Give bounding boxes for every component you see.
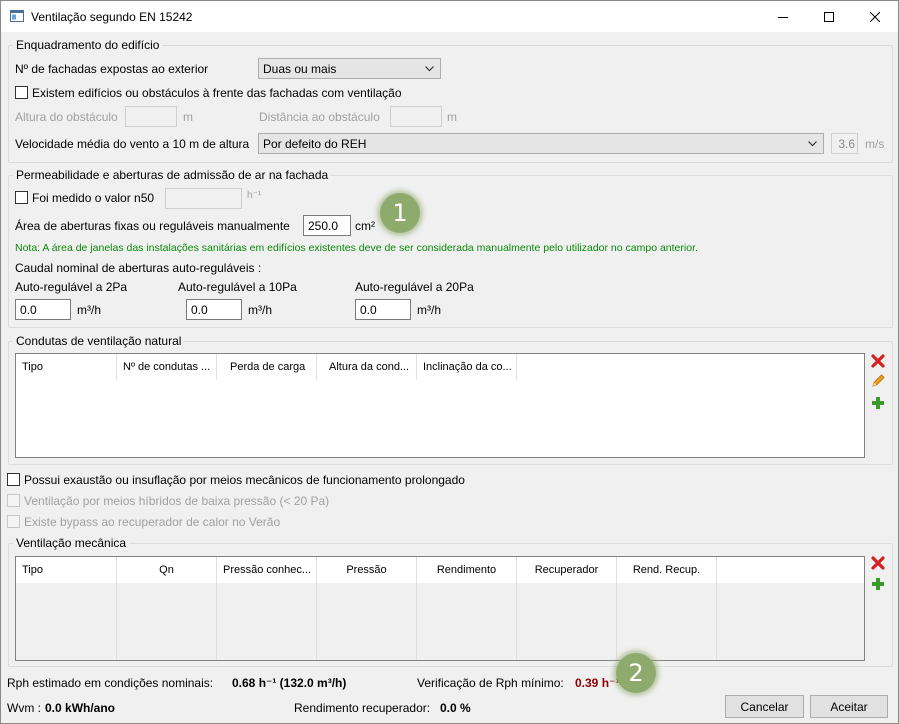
column-header-recuperator[interactable]: Recuperador (517, 557, 617, 583)
column-divider (416, 583, 417, 660)
hybrid-label: Ventilação por meios híbridos de baixa p… (24, 494, 330, 508)
n50-input[interactable] (165, 188, 242, 209)
mechanical-ventilation-table[interactable]: Tipo Qn Pressão conhec... Pressão Rendim… (15, 556, 865, 661)
column-divider (216, 583, 217, 660)
mechanical-group-title: Ventilação mecânica (13, 536, 130, 550)
chevron-down-icon (808, 141, 817, 147)
column-divider (316, 583, 317, 660)
mech-exhaust-checkbox[interactable] (7, 473, 20, 486)
title-bar: Ventilação segundo EN 15242 (1, 1, 898, 32)
hybrid-checkbox[interactable] (7, 494, 20, 507)
column-header-head-loss[interactable]: Perda de carga (217, 354, 317, 380)
n50-checkbox[interactable] (15, 191, 28, 204)
column-header-recup-efficiency[interactable]: Rend. Recup. (617, 557, 717, 583)
close-window-button[interactable] (852, 1, 898, 32)
column-divider (116, 583, 117, 660)
fixed-openings-area-label: Área de aberturas fixas ou reguláveis ma… (15, 219, 290, 233)
obstacles-checkbox[interactable] (15, 86, 28, 99)
minimize-icon (778, 16, 788, 18)
rph-min-check-value: 0.39 h⁻¹ (575, 676, 620, 690)
fixed-openings-area-unit: cm² (355, 219, 375, 233)
fixed-openings-area-input[interactable]: 250.0 (303, 215, 351, 236)
maximize-icon (824, 11, 834, 22)
wind-speed-value-input[interactable]: 3.6 (831, 133, 858, 154)
column-header-duct-height[interactable]: Altura da cond... (317, 354, 417, 380)
column-header-inclination[interactable]: Inclinação da co... (417, 354, 517, 380)
bypass-label: Existe bypass ao recuperador de calor no… (24, 515, 281, 529)
recuperator-efficiency-label: Rendimento recuperador: (294, 701, 431, 715)
wind-speed-select[interactable]: Por defeito do REH (258, 133, 824, 154)
rph-min-check-label: Verificação de Rph mínimo: (417, 676, 564, 690)
column-header-qn[interactable]: Qn (117, 557, 217, 583)
wind-speed-select-value: Por defeito do REH (263, 137, 367, 151)
n50-label: Foi medido o valor n50 (32, 191, 155, 205)
obstacle-height-label: Altura do obstáculo (15, 110, 118, 124)
sanitary-windows-note: Nota: A área de janelas das instalações … (15, 242, 698, 254)
wvm-label: Wvm : (7, 701, 41, 715)
chevron-down-icon (425, 66, 434, 72)
obstacles-label: Existem edifícios ou obstáculos à frente… (32, 86, 402, 100)
auto-20pa-input[interactable]: 0.0 (355, 299, 411, 320)
wind-speed-label: Velocidade média do vento a 10 m de altu… (15, 137, 250, 151)
column-header-tipo[interactable]: Tipo (16, 557, 117, 583)
auto-2pa-input[interactable]: 0.0 (15, 299, 71, 320)
auto-10pa-unit: m³/h (248, 303, 272, 317)
natural-ducts-group-title: Condutas de ventilação natural (13, 334, 185, 348)
minimize-button[interactable] (760, 1, 806, 32)
column-divider (716, 583, 717, 660)
delete-icon[interactable] (870, 555, 886, 571)
column-divider (616, 583, 617, 660)
maximize-button[interactable] (806, 1, 852, 32)
n50-unit: h⁻¹ (247, 190, 262, 201)
facades-select-value: Duas ou mais (263, 62, 337, 76)
auto-20pa-label: Auto-regulável a 20Pa (355, 280, 474, 294)
column-header-pressure[interactable]: Pressão (317, 557, 417, 583)
auto-20pa-unit: m³/h (417, 303, 441, 317)
edit-pencil-icon[interactable] (870, 373, 886, 389)
column-header-num-ducts[interactable]: Nº de condutas ... (117, 354, 217, 380)
facades-select[interactable]: Duas ou mais (258, 58, 441, 79)
bypass-checkbox[interactable] (7, 515, 20, 528)
permeability-group-title: Permeabilidade e aberturas de admissão d… (13, 168, 332, 182)
natural-ducts-table[interactable]: Tipo Nº de condutas ... Perda de carga A… (15, 353, 865, 458)
add-icon[interactable] (870, 576, 886, 592)
column-header-known-pressure[interactable]: Pressão conhec... (217, 557, 317, 583)
accept-button[interactable]: Aceitar (810, 695, 888, 718)
obstacle-height-input[interactable] (125, 106, 177, 127)
wvm-value: 0.0 kWh/ano (45, 701, 116, 715)
auto-2pa-label: Auto-regulável a 2Pa (15, 280, 128, 294)
wind-speed-unit: m/s (865, 137, 885, 151)
building-group-title: Enquadramento do edifício (13, 38, 163, 52)
column-header-efficiency[interactable]: Rendimento (417, 557, 517, 583)
app-window-icon (10, 10, 24, 22)
cancel-button[interactable]: Cancelar (725, 695, 804, 718)
callout-badge-2: 2 (616, 653, 656, 693)
facades-label: Nº de fachadas expostas ao exterior (15, 62, 209, 76)
obstacle-distance-label: Distância ao obstáculo (259, 110, 380, 124)
auto-10pa-input[interactable]: 0.0 (186, 299, 242, 320)
mech-exhaust-label: Possui exaustão ou insuflação por meios … (24, 473, 465, 487)
close-icon (870, 11, 880, 22)
auto-2pa-unit: m³/h (77, 303, 101, 317)
dialog-window: Ventilação segundo EN 15242 Enquadrament… (0, 0, 899, 724)
obstacle-distance-input[interactable] (390, 106, 442, 127)
auto-regulating-flow-label: Caudal nominal de aberturas auto-reguláv… (15, 261, 262, 275)
obstacle-distance-unit: m (447, 110, 457, 124)
recuperator-efficiency-value: 0.0 % (440, 701, 471, 715)
auto-10pa-label: Auto-regulável a 10Pa (178, 280, 297, 294)
delete-icon[interactable] (870, 353, 886, 369)
rph-estimated-value: 0.68 h⁻¹ (132.0 m³/h) (232, 676, 347, 690)
column-header-tipo[interactable]: Tipo (16, 354, 117, 380)
column-divider (516, 583, 517, 660)
window-title: Ventilação segundo EN 15242 (31, 10, 193, 24)
rph-estimated-label: Rph estimado em condições nominais: (7, 676, 214, 690)
add-icon[interactable] (870, 395, 886, 411)
callout-badge-1: 1 (380, 193, 420, 233)
table-empty-body (16, 583, 864, 660)
obstacle-height-unit: m (183, 110, 193, 124)
